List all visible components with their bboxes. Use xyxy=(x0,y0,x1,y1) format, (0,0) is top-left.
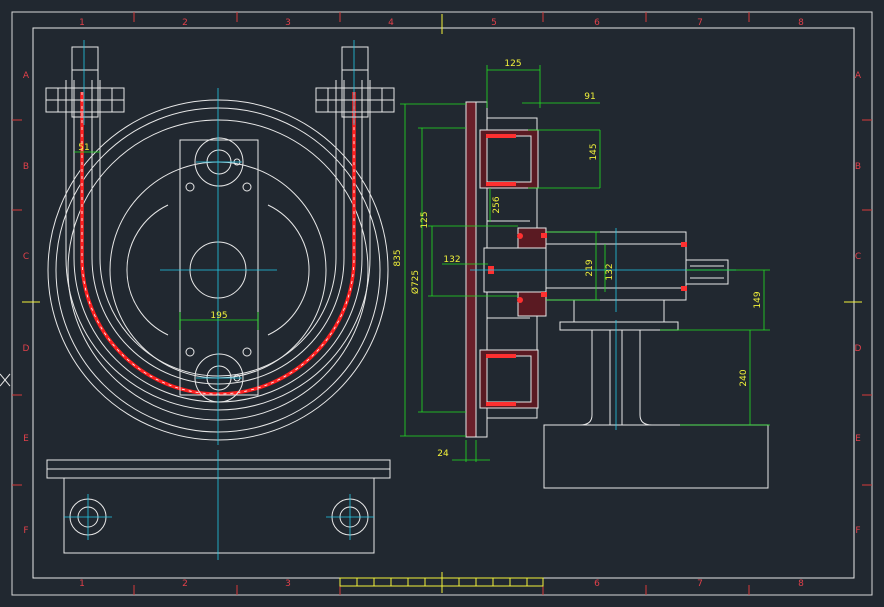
crosshair-cursor xyxy=(0,373,11,387)
col-label: 3 xyxy=(285,18,291,28)
row-label: D xyxy=(855,344,862,354)
col-label: 1 xyxy=(79,579,85,589)
col-label: 6 xyxy=(594,579,600,589)
row-label: E xyxy=(23,434,29,444)
col-label: 7 xyxy=(697,18,703,28)
dimension-label: 132 xyxy=(605,263,615,280)
row-label: D xyxy=(23,344,30,354)
col-label: 2 xyxy=(182,579,188,589)
frame-center-marks xyxy=(22,14,862,593)
col-label: 1 xyxy=(79,18,85,28)
front-view-base-plate[interactable] xyxy=(46,459,391,554)
dimension-label: 219 xyxy=(585,259,595,276)
frame-row-labels-left: A B C D E F xyxy=(23,71,30,536)
dimension-label: 149 xyxy=(753,291,763,308)
dimension-label: 125 xyxy=(420,211,430,228)
col-label: 3 xyxy=(285,579,291,589)
front-view-dimension-lines xyxy=(74,151,259,330)
front-view-tensioner-left[interactable] xyxy=(45,46,125,118)
dimension-label: Ø725 xyxy=(410,270,421,294)
row-label: A xyxy=(23,71,30,81)
col-label: 6 xyxy=(594,18,600,28)
row-label: A xyxy=(855,71,862,81)
dimension-label: 132 xyxy=(443,255,460,265)
frame-grid-ticks xyxy=(12,12,872,595)
front-view-centerlines xyxy=(64,40,374,560)
row-label: C xyxy=(855,252,861,262)
dimension-label: 835 xyxy=(393,249,403,266)
row-label: B xyxy=(855,162,861,172)
dimension-label: 91 xyxy=(584,92,595,102)
row-label: C xyxy=(23,252,29,262)
col-label: 7 xyxy=(697,579,703,589)
dimension-label: 195 xyxy=(210,311,227,321)
row-label: E xyxy=(855,434,861,444)
side-view-dimension-labels: 125 91 145 256 125 835 Ø725 132 219 132 … xyxy=(393,59,763,459)
dimension-label: 24 xyxy=(437,449,449,459)
side-view-rail-support[interactable] xyxy=(543,299,769,489)
frame-row-labels-right: A B C D E F xyxy=(855,71,862,536)
drawing-frame xyxy=(11,11,873,596)
row-label: B xyxy=(23,162,29,172)
dimension-label: 240 xyxy=(739,369,749,386)
dimension-label: 145 xyxy=(589,143,599,160)
dimension-label: 256 xyxy=(492,196,502,213)
col-label: 8 xyxy=(798,18,804,28)
dimension-label: 125 xyxy=(504,59,521,69)
col-label: 2 xyxy=(182,18,188,28)
cad-drawing-viewport[interactable]: 1 2 3 4 5 6 7 8 1 2 3 6 7 8 A B C D E F … xyxy=(0,0,884,607)
row-label: F xyxy=(855,526,860,536)
col-label: 4 xyxy=(388,18,394,28)
col-label: 5 xyxy=(491,18,497,28)
cad-drawing-canvas[interactable]: 1 2 3 4 5 6 7 8 1 2 3 6 7 8 A B C D E F … xyxy=(0,0,884,607)
row-label: F xyxy=(23,526,28,536)
col-label: 8 xyxy=(798,579,804,589)
dimension-label: 51 xyxy=(78,143,89,153)
